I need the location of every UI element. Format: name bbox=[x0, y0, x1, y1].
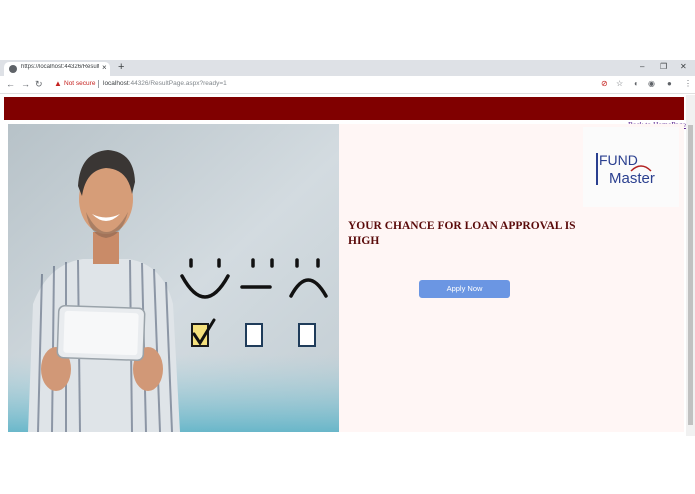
url-path: :44326/ResultPage.aspx?ready=1 bbox=[128, 80, 227, 87]
maximize-icon[interactable]: ❐ bbox=[660, 62, 667, 72]
close-window-icon[interactable]: ✕ bbox=[680, 62, 687, 72]
browser-window: https://localhost:44326/ResultP... × + –… bbox=[0, 60, 695, 436]
hero-illustration bbox=[8, 124, 339, 432]
result-panel: FUND Master YOUR CHANCE FOR LOAN APPROVA… bbox=[339, 124, 684, 432]
globe-icon bbox=[9, 65, 17, 73]
tab-title: https://localhost:44326/ResultP... bbox=[21, 64, 99, 70]
logo-artwork: FUND Master bbox=[596, 152, 655, 187]
tab-strip: https://localhost:44326/ResultP... × + –… bbox=[0, 60, 695, 76]
hero-image bbox=[8, 124, 339, 432]
svg-text:FUND: FUND bbox=[599, 152, 638, 168]
svg-text:Master: Master bbox=[609, 170, 655, 187]
tab-close-icon[interactable]: × bbox=[102, 63, 107, 73]
blocked-icon[interactable]: ⊘ bbox=[601, 79, 608, 89]
url-text[interactable]: localhost:44326/ResultPage.aspx?ready=1 bbox=[103, 80, 227, 87]
browser-tab[interactable]: https://localhost:44326/ResultP... × bbox=[4, 62, 110, 76]
new-tab-button[interactable]: + bbox=[118, 61, 124, 74]
back-arrow-icon[interactable]: ← bbox=[6, 78, 15, 90]
tablet-device bbox=[56, 304, 146, 362]
web-page: Back to HomePage bbox=[0, 95, 695, 436]
star-icon[interactable]: ☆ bbox=[616, 79, 623, 89]
apply-now-button[interactable]: Apply Now bbox=[419, 280, 510, 298]
address-bar[interactable]: ▲ Not secure localhost:44326/ResultPage.… bbox=[48, 78, 588, 91]
warning-triangle-icon: ▲ bbox=[54, 79, 62, 88]
url-host: localhost bbox=[103, 80, 129, 87]
reload-icon[interactable]: ↻ bbox=[35, 78, 43, 90]
scroll-thumb[interactable] bbox=[688, 125, 693, 425]
menu-kebab-icon[interactable]: ⋮ bbox=[684, 79, 692, 89]
loan-approval-result: YOUR CHANCE FOR LOAN APPROVAL IS HIGH bbox=[348, 220, 576, 247]
address-separator bbox=[98, 80, 99, 88]
profile-icon[interactable]: ● bbox=[667, 79, 672, 89]
security-label: Not secure bbox=[64, 80, 96, 87]
browser-toolbar: ← → ↻ ▲ Not secure localhost:44326/Resul… bbox=[0, 76, 695, 94]
header-banner bbox=[4, 97, 684, 120]
page-scrollbar[interactable] bbox=[686, 95, 695, 436]
extension-icon[interactable]: ◐ bbox=[634, 79, 639, 89]
forward-arrow-icon[interactable]: → bbox=[21, 78, 30, 90]
minimize-icon[interactable]: – bbox=[640, 62, 644, 72]
fund-master-logo: FUND Master bbox=[583, 127, 679, 207]
extension-2-icon[interactable]: ◉ bbox=[648, 79, 655, 89]
